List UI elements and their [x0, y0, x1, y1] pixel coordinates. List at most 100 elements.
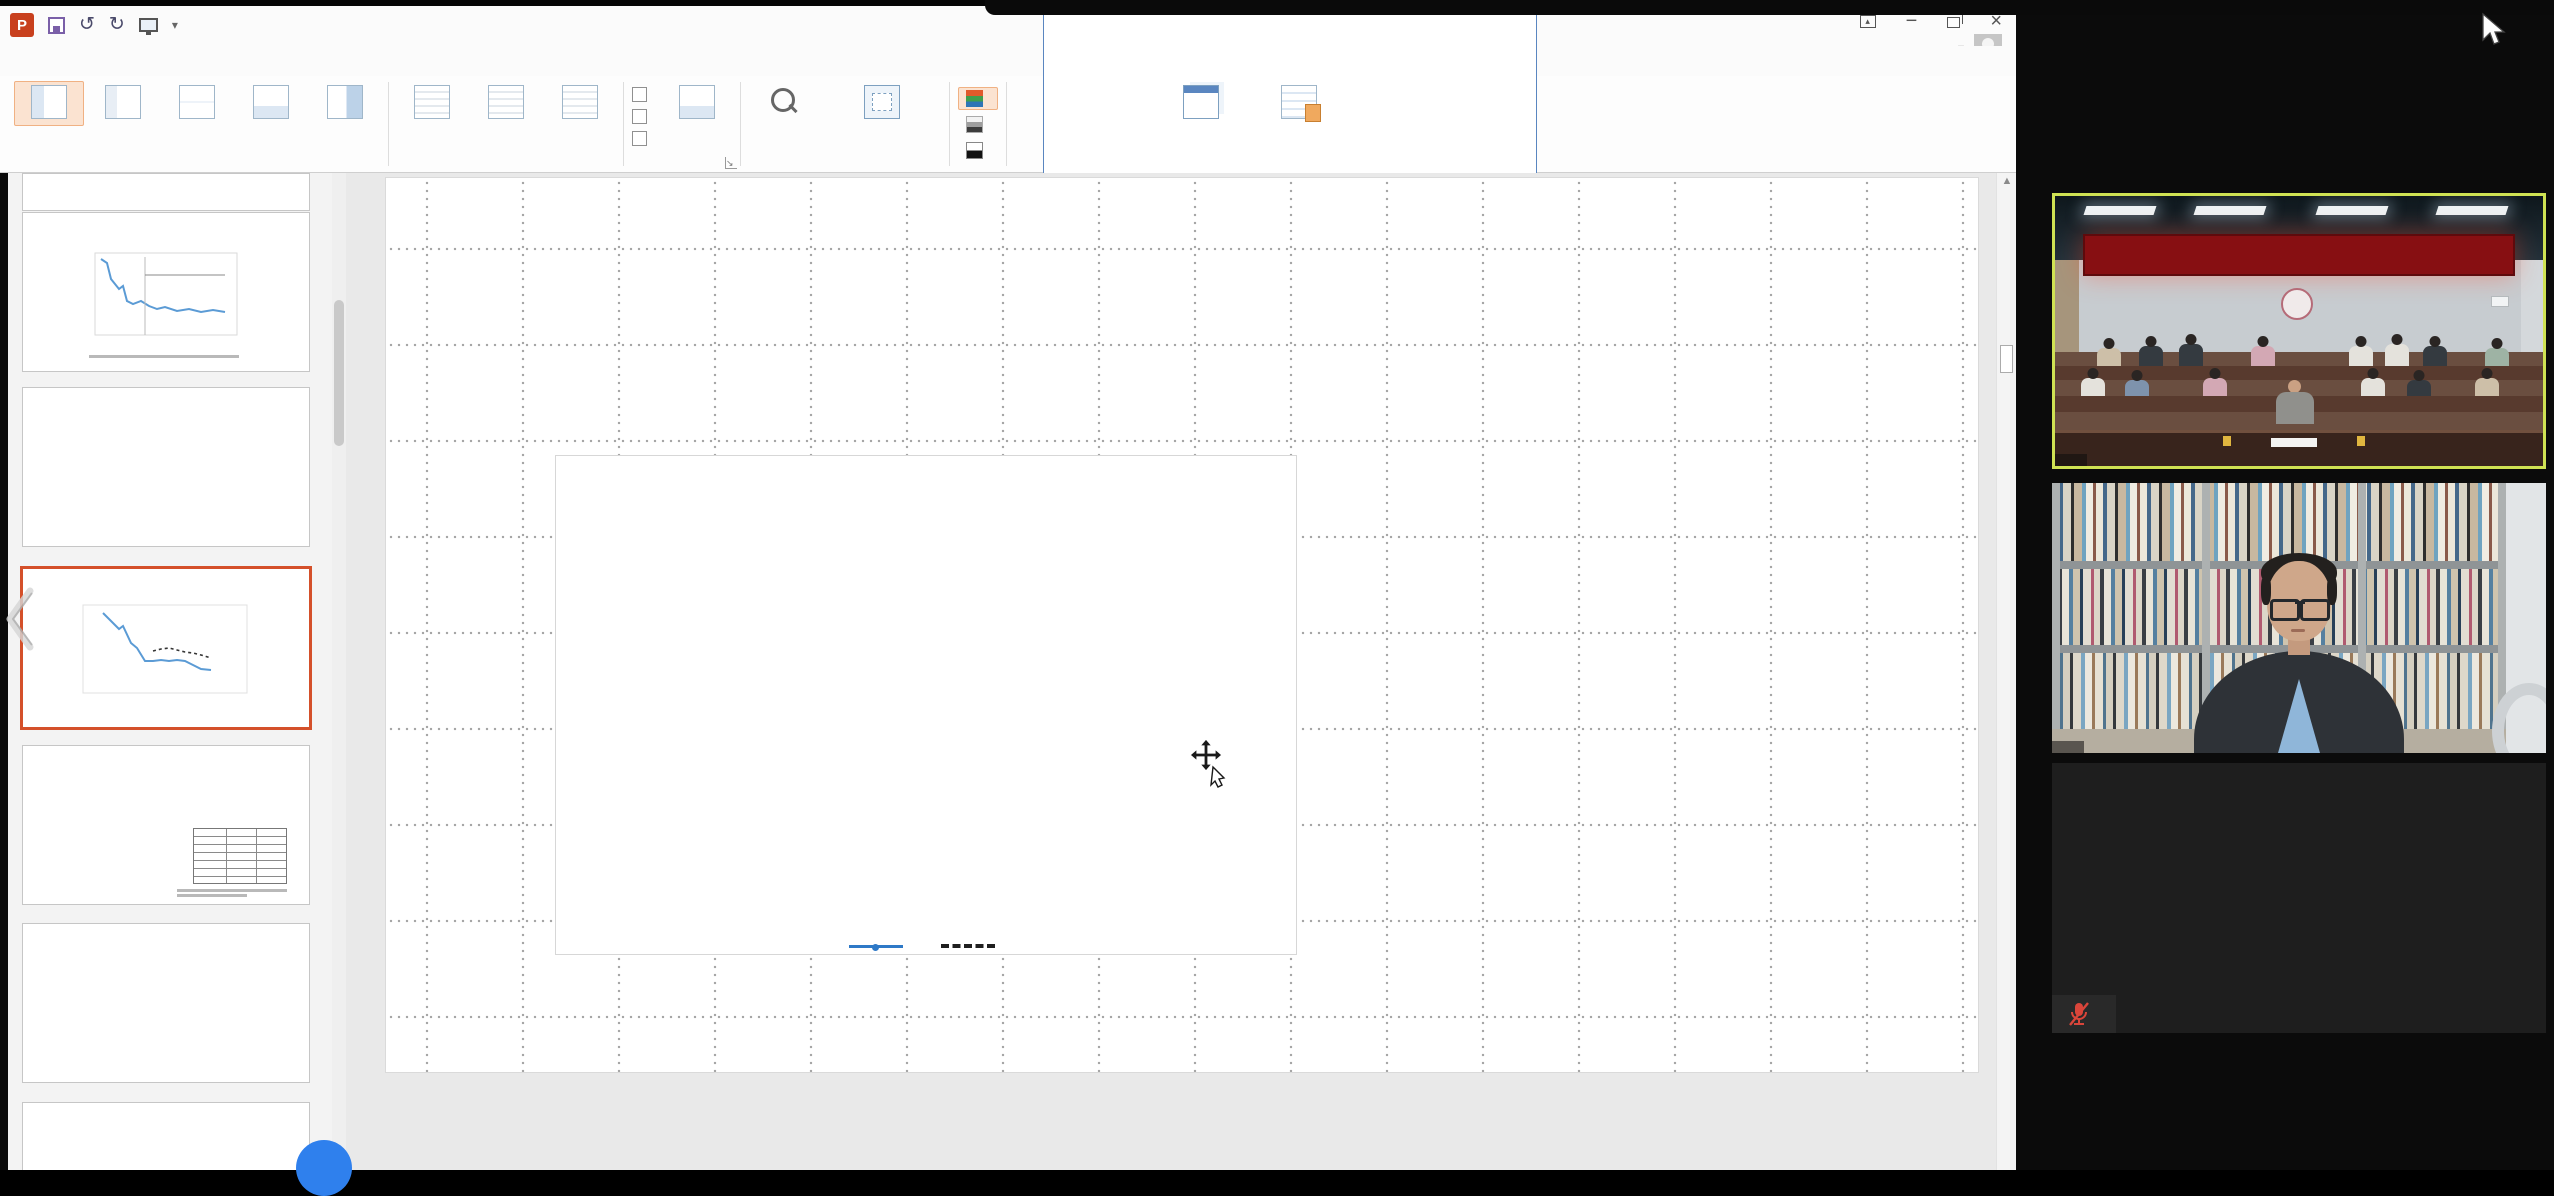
glasses	[2270, 597, 2330, 617]
panel-scrollbar-thumb[interactable]	[334, 300, 344, 446]
ribbon-tab-bar	[0, 46, 2016, 76]
video-call-panel	[2016, 0, 2554, 1170]
save-icon[interactable]	[48, 17, 65, 34]
handout-master-button[interactable]	[471, 81, 541, 126]
switch-windows-icon	[1183, 85, 1219, 119]
powerpoint-logo-icon[interactable]: P	[10, 13, 34, 37]
fit-to-window-button[interactable]	[823, 81, 941, 126]
arrange-all-button[interactable]	[1111, 87, 1151, 93]
ribbon-display-options-icon[interactable]: ▴	[1860, 15, 1876, 28]
slide-canvas[interactable]	[386, 178, 1978, 1072]
ribbon-group-presentation-views	[6, 76, 388, 172]
reading-view-icon	[327, 85, 363, 119]
participant-name-label	[2052, 995, 2116, 1033]
dialog-launcher-icon[interactable]: ↘	[725, 157, 737, 169]
thumbnail-slide-6[interactable]	[22, 212, 310, 372]
group-label	[6, 152, 388, 172]
university-seal	[2281, 288, 2313, 320]
checkbox-icon	[632, 87, 647, 102]
thumbnail-slide-5-partial[interactable]	[22, 173, 310, 211]
left-edge	[0, 173, 8, 1170]
outline-view-button[interactable]	[88, 81, 158, 126]
mic-muted-icon	[2068, 1001, 2090, 1027]
ribbon: ↘	[0, 76, 2016, 173]
slide-sorter-button[interactable]	[162, 81, 232, 126]
grayscale-swatch-icon	[966, 116, 983, 133]
notes-icon	[679, 85, 715, 119]
video-tile-mizoguchi[interactable]	[2052, 483, 2546, 753]
guides-checkbox[interactable]	[632, 131, 654, 146]
slide-master-button[interactable]	[397, 81, 467, 126]
undo-icon[interactable]: ↺	[79, 15, 95, 35]
scroll-up-icon[interactable]: ▲	[1997, 175, 2017, 187]
ribbon-group-show: ↘	[624, 76, 740, 172]
notes-page-button[interactable]	[236, 81, 306, 126]
main-scrollbar-thumb[interactable]	[2000, 345, 2013, 373]
redo-icon[interactable]: ↻	[109, 15, 125, 35]
black-white-swatch-icon	[966, 142, 983, 159]
handout-master-icon	[488, 85, 524, 119]
checkbox-icon	[632, 131, 647, 146]
chart-plot	[556, 456, 1298, 956]
legend-item	[849, 945, 911, 948]
customize-qat-icon[interactable]: ▾	[172, 18, 178, 32]
thumbnail-slide-11[interactable]	[22, 1102, 310, 1170]
overlay-bar	[985, 0, 2554, 15]
slide-master-icon	[414, 85, 450, 119]
participant-name-label	[2052, 741, 2084, 753]
macros-icon	[1281, 85, 1317, 119]
lecture-hall-scene	[2055, 196, 2543, 466]
group-label	[389, 152, 623, 172]
slide-thumbnail-panel[interactable]	[8, 173, 346, 1170]
ceiling-light	[2316, 206, 2389, 215]
thumbnail-slide-9[interactable]	[22, 745, 310, 905]
video-tile-xiaolin-hu[interactable]	[2052, 193, 2546, 469]
normal-view-icon	[31, 85, 67, 119]
wall-panel	[2491, 296, 2509, 307]
previous-arrow-icon[interactable]	[2, 586, 36, 652]
normal-view-button[interactable]	[14, 81, 84, 126]
group-label	[741, 152, 949, 172]
macros-button[interactable]	[1264, 81, 1334, 126]
mouse-cursor-icon	[2480, 12, 2508, 50]
cup	[2357, 436, 2365, 446]
workspace: ▲	[0, 173, 2016, 1170]
checkbox-checked-icon	[632, 109, 647, 124]
slide-sorter-icon	[179, 85, 215, 119]
notes-master-button[interactable]	[545, 81, 615, 126]
grayscale-button[interactable]	[958, 113, 998, 136]
video-tile-ucas-sun-ze[interactable]	[2052, 763, 2546, 1033]
ruler-checkbox[interactable]	[632, 87, 654, 102]
start-slideshow-icon[interactable]	[139, 18, 158, 32]
participant-name-label	[2055, 454, 2087, 466]
overlay-blue-circle[interactable]	[296, 1140, 352, 1196]
gridlines-checkbox[interactable]	[632, 109, 654, 124]
zoom-button[interactable]	[749, 81, 819, 126]
chart[interactable]	[555, 455, 1297, 955]
powerpoint-window: P ↺ ↻ ▾ ▴ − × ▾	[0, 0, 2016, 1170]
color-swatch-icon	[966, 90, 983, 107]
ribbon-group-macro	[1256, 76, 1342, 172]
quick-access-toolbar: P ↺ ↻ ▾	[10, 13, 178, 37]
front-desk	[2055, 430, 2543, 469]
color-button[interactable]	[958, 87, 998, 110]
led-banner	[2083, 234, 2515, 276]
ribbon-group-zoom	[741, 76, 949, 172]
restore-icon[interactable]	[1947, 17, 1960, 28]
ceiling-light	[2194, 206, 2267, 215]
screen: P ↺ ↻ ▾ ▴ − × ▾	[0, 0, 2554, 1170]
cup	[2223, 436, 2231, 446]
paper	[2271, 438, 2317, 447]
notes-button[interactable]	[662, 81, 732, 126]
notes-page-icon	[253, 85, 289, 119]
black-white-button[interactable]	[958, 139, 998, 162]
group-label	[1256, 152, 1342, 172]
thumbnail-slide-7[interactable]	[22, 387, 310, 547]
ceiling-light	[2084, 206, 2157, 215]
reading-view-button[interactable]	[310, 81, 380, 126]
outline-view-icon	[105, 85, 141, 119]
thumbnail-slide-8-selected[interactable]	[20, 566, 312, 730]
thumbnail-slide-10[interactable]	[22, 923, 310, 1083]
desk-row	[2055, 366, 2543, 380]
main-scrollbar-track[interactable]: ▲	[1996, 173, 2016, 1170]
